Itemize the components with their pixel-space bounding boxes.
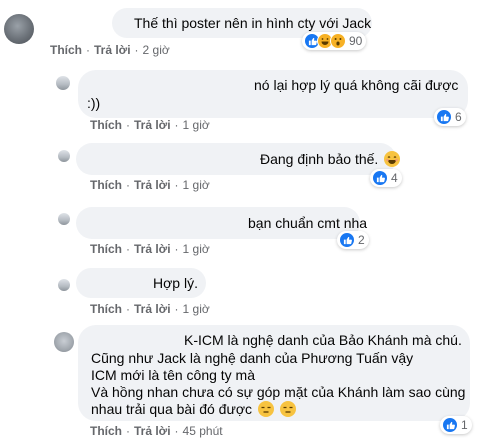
timestamp[interactable]: 1 giờ [183, 178, 210, 192]
like-link[interactable]: Thích [90, 302, 122, 316]
reaction-badge[interactable]: 6 [434, 108, 466, 126]
comment-bubble-6: K-ICM là nghệ danh của Bảo Khánh mà chú.… [78, 325, 470, 421]
reaction-count: 2 [358, 233, 365, 247]
comment-text: Thế thì poster nên in hình cty với Jack [134, 15, 372, 31]
reply-link[interactable]: Trả lời [134, 302, 171, 316]
comment-text: Hợp lý. [153, 275, 198, 291]
reply-link[interactable]: Trả lời [134, 178, 171, 192]
like-icon [339, 232, 355, 248]
reaction-badge[interactable]: 2 [337, 231, 369, 249]
avatar[interactable] [54, 332, 74, 352]
smile-emoji [384, 151, 401, 167]
wow-icon [330, 33, 346, 49]
avatar[interactable] [4, 14, 34, 44]
like-icon [436, 109, 452, 125]
avatar[interactable] [58, 213, 70, 225]
reply-link[interactable]: Trả lời [134, 242, 171, 256]
expressionless-emoji [279, 401, 296, 417]
reply-link[interactable]: Trả lời [134, 118, 171, 132]
comment-actions: Thích · Trả lời · 1 giờ [90, 178, 210, 192]
like-link[interactable]: Thích [90, 178, 122, 192]
comment-text: nó lại hợp lý quá không cãi được [254, 77, 459, 93]
comment-actions: Thích · Trả lời · 1 giờ [90, 242, 210, 256]
comment-text: :)) [87, 95, 101, 111]
timestamp[interactable]: 1 giờ [183, 242, 210, 256]
comment-text: nhau trải qua bài đó được [91, 400, 296, 418]
comment-bubble-3: Đang định bảo thế. [76, 143, 401, 175]
comment-actions: Thích · Trả lời · 1 giờ [90, 118, 210, 132]
comment-bubble-2: nó lại hợp lý quá không cãi được :)) [78, 70, 468, 118]
avatar[interactable] [58, 279, 70, 291]
reply-link[interactable]: Trả lời [94, 43, 131, 57]
reaction-count: 4 [391, 171, 398, 185]
timestamp[interactable]: 1 giờ [183, 118, 210, 132]
reaction-badge[interactable]: 1 [440, 416, 472, 434]
like-link[interactable]: Thích [90, 118, 122, 132]
comment-text: K-ICM là nghệ danh của Bảo Khánh mà chú. [184, 332, 462, 348]
comment-actions: Thích · Trả lời · 1 giờ [90, 302, 210, 316]
comment-bubble-5: Hợp lý. [76, 268, 206, 298]
timestamp[interactable]: 2 giờ [143, 43, 170, 57]
reaction-count: 1 [461, 418, 468, 432]
like-link[interactable]: Thích [90, 242, 122, 256]
comment-text: ICM mới là tên công ty mà [91, 367, 256, 383]
comment-text: Cũng như Jack là nghệ danh của Phương Tu… [91, 350, 414, 366]
reaction-count: 90 [349, 34, 363, 48]
avatar[interactable] [56, 76, 70, 90]
comment-text: bạn chuẩn cmt nha [248, 215, 368, 231]
avatar[interactable] [58, 150, 70, 162]
like-link[interactable]: Thích [50, 43, 82, 57]
comment-text: Và hồng nhan chưa có sự góp mặt của Khán… [91, 384, 466, 400]
reaction-count: 6 [455, 110, 462, 124]
reaction-badge[interactable]: 90 [302, 32, 367, 50]
like-icon [442, 417, 458, 433]
like-icon [372, 170, 388, 186]
comment-actions: Thích · Trả lời · 2 giờ [50, 43, 170, 57]
comment-text: Đang định bảo thế. [260, 150, 401, 168]
comment-bubble-4: bạn chuẩn cmt nha [76, 207, 367, 239]
timestamp[interactable]: 1 giờ [183, 302, 210, 316]
expressionless-emoji [257, 401, 274, 417]
reaction-badge[interactable]: 4 [370, 169, 402, 187]
